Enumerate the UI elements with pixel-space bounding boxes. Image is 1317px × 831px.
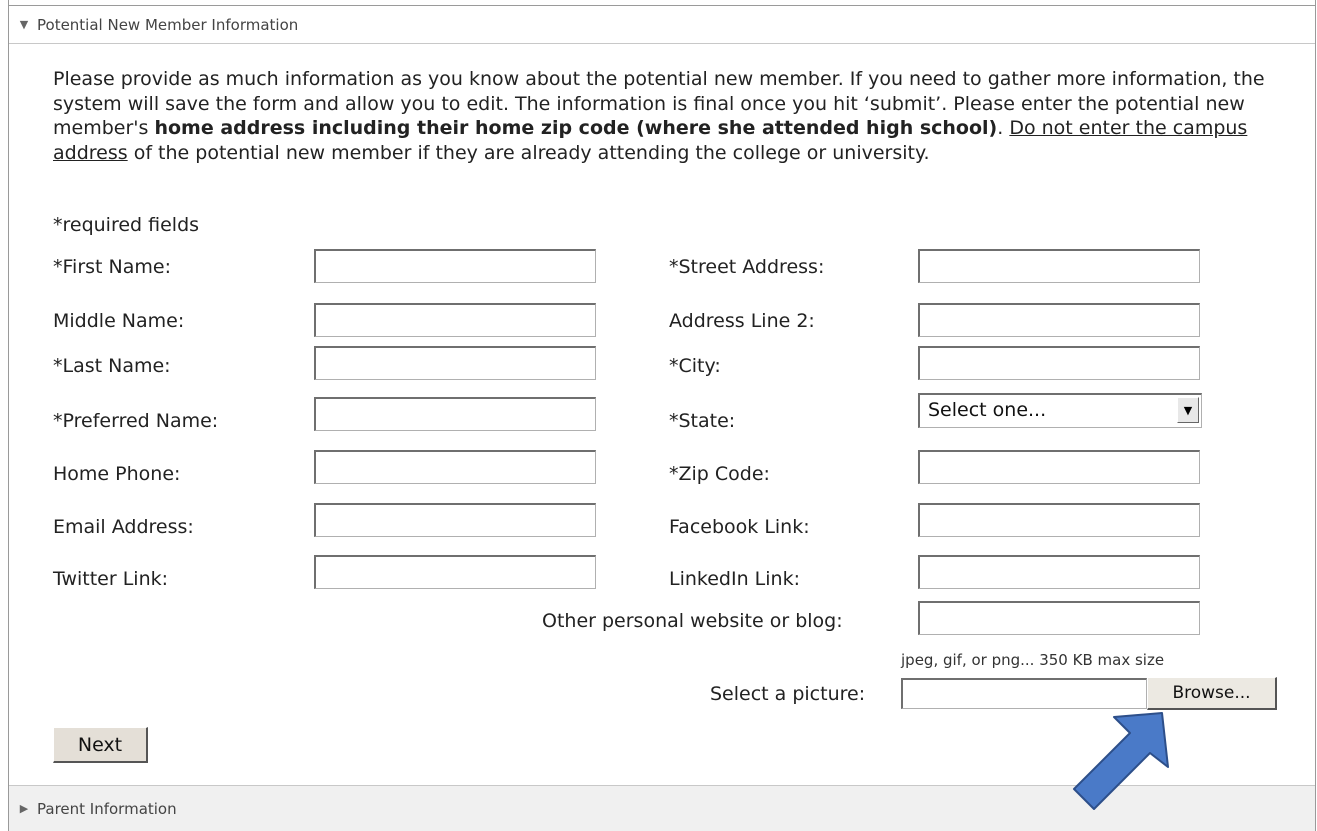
facebook-link-input[interactable]: [918, 503, 1200, 537]
facebook-link-label: Facebook Link:: [669, 516, 810, 538]
home-phone-label: Home Phone:: [53, 463, 181, 485]
picture-hint: jpeg, gif, or png... 350 KB max size: [901, 651, 1165, 669]
other-website-input[interactable]: [918, 601, 1200, 635]
intro-bold: home address including their home zip co…: [154, 117, 998, 139]
first-name-input[interactable]: [314, 249, 596, 283]
city-input[interactable]: [918, 346, 1200, 380]
first-name-label: *First Name:: [53, 256, 171, 278]
other-website-label: Other personal website or blog:: [542, 610, 843, 632]
preferred-name-input[interactable]: [314, 397, 596, 431]
state-label: *State:: [669, 410, 736, 432]
section-title: Potential New Member Information: [37, 15, 299, 34]
twitter-link-label: Twitter Link:: [53, 568, 169, 590]
intro-text: Please provide as much information as yo…: [53, 67, 1293, 165]
street-address-label: *Street Address:: [669, 256, 825, 278]
required-note: *required fields: [53, 214, 200, 236]
state-select[interactable]: Select one... ▼: [918, 393, 1202, 428]
intro-part-2: .: [997, 117, 1010, 139]
middle-name-label: Middle Name:: [53, 310, 185, 332]
middle-name-input[interactable]: [314, 303, 596, 337]
state-selected-value: Select one...: [928, 399, 1047, 421]
caret-right-icon: ▶: [19, 802, 29, 815]
twitter-link-input[interactable]: [314, 555, 596, 589]
next-button[interactable]: Next: [53, 727, 148, 763]
caret-down-icon: ▼: [19, 18, 29, 31]
email-address-label: Email Address:: [53, 516, 194, 538]
linkedin-link-input[interactable]: [918, 555, 1200, 589]
last-name-input[interactable]: [314, 346, 596, 380]
section-title-parent: Parent Information: [37, 799, 177, 818]
home-phone-input[interactable]: [314, 450, 596, 484]
address-line-2-label: Address Line 2:: [669, 310, 815, 332]
chevron-down-icon[interactable]: ▼: [1177, 397, 1199, 423]
email-address-input[interactable]: [314, 503, 596, 537]
address-line-2-input[interactable]: [918, 303, 1200, 337]
city-label: *City:: [669, 355, 721, 377]
preferred-name-label: *Preferred Name:: [53, 410, 219, 432]
zip-code-label: *Zip Code:: [669, 463, 770, 485]
arrow-pointer-icon: [1073, 712, 1169, 810]
intro-part-3: of the potential new member if they are …: [127, 141, 930, 164]
last-name-label: *Last Name:: [53, 355, 171, 377]
zip-code-input[interactable]: [918, 450, 1200, 484]
select-picture-label: Select a picture:: [710, 683, 866, 705]
street-address-input[interactable]: [918, 249, 1200, 283]
section-header-potential-member[interactable]: ▼ Potential New Member Information: [9, 5, 1315, 44]
linkedin-link-label: LinkedIn Link:: [669, 568, 800, 590]
